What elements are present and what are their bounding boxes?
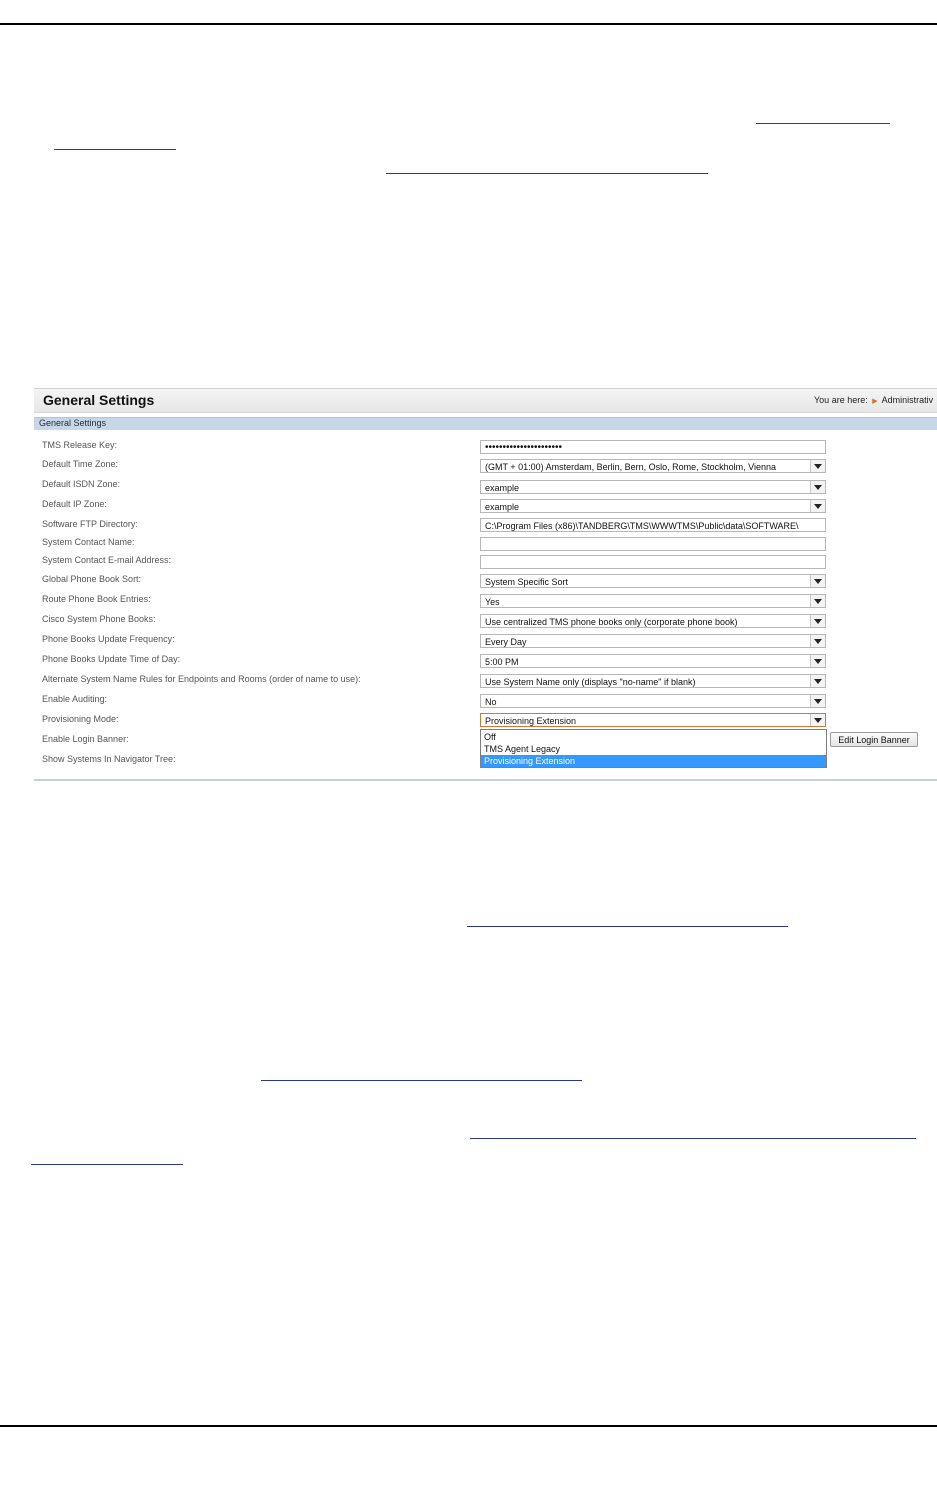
breadcrumb: You are here: ▶ Administrativ xyxy=(814,395,933,405)
route-phone-book-entries-select[interactable]: Yes xyxy=(480,594,826,608)
enable-auditing-select[interactable]: No xyxy=(480,694,826,708)
phone-books-update-time-select[interactable]: 5:00 PM xyxy=(480,654,826,668)
label-system-contact-name: System Contact Name: xyxy=(42,537,135,547)
option-provisioning-extension[interactable]: Provisioning Extension xyxy=(481,755,826,767)
alternate-system-name-rules-value: Use System Name only (displays "no-name"… xyxy=(485,677,696,687)
tms-release-key-value: •••••••••••••••••••••• xyxy=(485,442,563,453)
hyperlink-underline[interactable] xyxy=(386,173,708,174)
chevron-down-icon[interactable] xyxy=(810,595,825,607)
chevron-down-icon[interactable] xyxy=(810,695,825,707)
option-off[interactable]: Off xyxy=(481,731,826,743)
hyperlink-underline[interactable] xyxy=(261,1080,582,1081)
chevron-down-icon[interactable] xyxy=(810,481,825,493)
phone-books-update-frequency-select[interactable]: Every Day xyxy=(480,634,826,648)
chevron-down-icon[interactable] xyxy=(810,460,825,472)
page-top-rule xyxy=(0,23,937,25)
route-phone-book-entries-value: Yes xyxy=(485,597,500,607)
chevron-down-icon[interactable] xyxy=(810,575,825,587)
label-default-time-zone: Default Time Zone: xyxy=(42,459,119,469)
label-cisco-system-phone-books: Cisco System Phone Books: xyxy=(42,614,156,624)
default-isdn-zone-value: example xyxy=(485,483,520,493)
global-phone-book-sort-select[interactable]: System Specific Sort xyxy=(480,574,826,588)
hyperlink-underline[interactable] xyxy=(470,1138,916,1139)
chevron-down-icon[interactable] xyxy=(810,714,825,726)
panel-header: General Settings You are here: ▶ Adminis… xyxy=(34,388,937,413)
default-time-zone-value: (GMT + 01:00) Amsterdam, Berlin, Bern, O… xyxy=(485,462,777,472)
default-time-zone-select[interactable]: (GMT + 01:00) Amsterdam, Berlin, Bern, O… xyxy=(480,459,826,473)
hyperlink-underline[interactable] xyxy=(756,123,890,124)
section-title: General Settings xyxy=(39,418,107,428)
label-tms-release-key: TMS Release Key: xyxy=(42,440,118,450)
label-phone-books-update-time: Phone Books Update Time of Day: xyxy=(42,654,181,664)
system-contact-name-field[interactable] xyxy=(480,537,826,551)
label-provisioning-mode: Provisioning Mode: xyxy=(42,714,119,724)
global-phone-book-sort-value: System Specific Sort xyxy=(485,577,569,587)
phone-books-update-time-value: 5:00 PM xyxy=(485,657,519,667)
label-global-phone-book-sort: Global Phone Book Sort: xyxy=(42,574,142,584)
breadcrumb-arrow-icon: ▶ xyxy=(872,398,878,405)
provisioning-mode-value: Provisioning Extension xyxy=(485,716,577,726)
breadcrumb-item-administrative[interactable]: Administrativ xyxy=(882,395,934,405)
alternate-system-name-rules-select[interactable]: Use System Name only (displays "no-name"… xyxy=(480,674,826,688)
chevron-down-icon[interactable] xyxy=(810,655,825,667)
default-ip-zone-value: example xyxy=(485,502,520,512)
edit-login-banner-button[interactable]: Edit Login Banner xyxy=(830,732,918,747)
enable-auditing-value: No xyxy=(485,697,497,707)
page-bottom-rule xyxy=(0,1425,937,1427)
provisioning-mode-dropdown-list: Off TMS Agent Legacy Provisioning Extens… xyxy=(480,729,827,768)
cisco-system-phone-books-select[interactable]: Use centralized TMS phone books only (co… xyxy=(480,614,826,628)
label-show-systems-navigator-tree: Show Systems In Navigator Tree: xyxy=(42,754,176,764)
hyperlink-underline[interactable] xyxy=(467,926,788,927)
section-header: General Settings xyxy=(34,417,937,430)
option-tms-agent-legacy[interactable]: TMS Agent Legacy xyxy=(481,743,826,755)
chevron-down-icon[interactable] xyxy=(810,635,825,647)
page-title: General Settings xyxy=(43,392,155,408)
default-isdn-zone-select[interactable]: example xyxy=(480,480,826,494)
chevron-down-icon[interactable] xyxy=(810,500,825,512)
software-ftp-directory-value: C:\Program Files (x86)\TANDBERG\TMS\WWWT… xyxy=(485,521,799,531)
chevron-down-icon[interactable] xyxy=(810,675,825,687)
label-system-contact-email: System Contact E-mail Address: xyxy=(42,555,172,565)
chevron-down-icon[interactable] xyxy=(810,615,825,627)
label-phone-books-update-frequency: Phone Books Update Frequency: xyxy=(42,634,175,644)
hyperlink-underline[interactable] xyxy=(31,1164,183,1165)
label-default-ip-zone: Default IP Zone: xyxy=(42,499,107,509)
tms-release-key-field[interactable]: •••••••••••••••••••••• xyxy=(480,440,826,454)
general-settings-panel: General Settings You are here: ▶ Adminis… xyxy=(34,388,937,781)
default-ip-zone-select[interactable]: example xyxy=(480,499,826,513)
label-route-phone-book-entries: Route Phone Book Entries: xyxy=(42,594,151,604)
label-alternate-system-name-rules: Alternate System Name Rules for Endpoint… xyxy=(42,674,361,684)
label-software-ftp-directory: Software FTP Directory: xyxy=(42,519,138,529)
hyperlink-underline[interactable] xyxy=(54,149,176,150)
system-contact-email-field[interactable] xyxy=(480,555,826,569)
label-enable-login-banner: Enable Login Banner: xyxy=(42,734,129,744)
phone-books-update-frequency-value: Every Day xyxy=(485,637,527,647)
software-ftp-directory-field[interactable]: C:\Program Files (x86)\TANDBERG\TMS\WWWT… xyxy=(480,518,826,532)
breadcrumb-prefix: You are here: xyxy=(814,395,868,405)
label-enable-auditing: Enable Auditing: xyxy=(42,694,108,704)
label-default-isdn-zone: Default ISDN Zone: xyxy=(42,479,121,489)
provisioning-mode-select[interactable]: Provisioning Extension xyxy=(480,713,826,727)
cisco-system-phone-books-value: Use centralized TMS phone books only (co… xyxy=(485,617,738,627)
